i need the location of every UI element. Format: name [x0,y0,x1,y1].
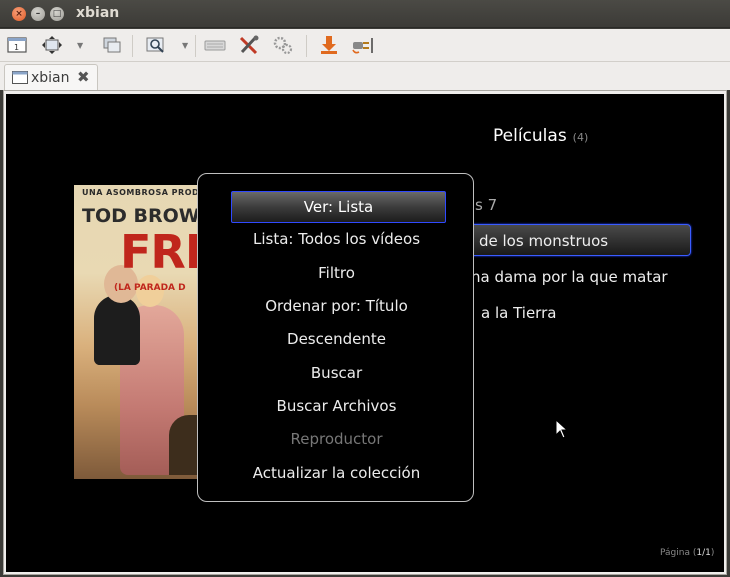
poster-figure [94,295,140,365]
zoom-dropdown-icon[interactable]: ▼ [182,41,188,50]
title-bar: × – □ xbian [0,0,730,28]
menu-item-sort[interactable]: Ordenar por: Título [198,291,475,322]
mouse-pointer-icon [555,419,569,439]
list-item[interactable]: de los monstruos [479,232,608,250]
toolbar-separator [306,35,307,57]
fullscreen-icon[interactable] [40,34,64,56]
fullscreen-dropdown-icon[interactable]: ▼ [77,41,83,50]
maximize-window-button[interactable]: □ [50,7,64,21]
heading-label: Películas [493,126,567,146]
toolbar-separator [195,35,196,57]
minimize-window-button[interactable]: – [31,7,45,21]
page-prefix: Página ( [660,548,697,558]
toolbar-separator [132,35,133,57]
close-window-button[interactable]: × [12,7,26,21]
console-icon [12,71,28,84]
remote-screen[interactable]: Películas (4) UNA ASOMBROSA PRODUC TOD BR… [6,94,724,572]
menu-item-descending[interactable]: Descendente [198,324,475,355]
poster-text: TOD BROWN [82,205,216,227]
tools-icon[interactable] [237,34,261,56]
download-icon[interactable] [317,34,341,56]
poster-text: UNA ASOMBROSA PRODUC [82,188,213,197]
page-title: Películas (4) [493,126,588,146]
list-item[interactable]: a la Tierra [481,304,556,322]
list-item[interactable]: s 7 [475,196,497,214]
menu-item-update-library[interactable]: Actualizar la colección [198,458,475,489]
context-menu: Ver: Lista Lista: Todos los vídeos Filtr… [197,173,474,502]
tab-xbian[interactable]: xbian ✖ [4,64,98,90]
poster-text: (LA PARADA D [114,283,186,293]
page-suffix: ) [710,548,715,558]
menu-item-view[interactable]: Ver: Lista [231,191,446,223]
tab-close-icon[interactable]: ✖ [77,68,90,86]
item-count: (4) [572,131,589,144]
list-item[interactable]: na dama por la que matar [471,268,668,286]
toolbar: 1 ▼ ▼ [0,29,730,62]
page-indicator: Página (1/1) [660,548,714,558]
keyboard-icon[interactable] [203,34,227,56]
menu-item-search[interactable]: Buscar [198,358,475,389]
window-title: xbian [76,5,120,21]
tab-strip: xbian ✖ [0,62,730,90]
console-icon[interactable]: 1 [5,34,29,56]
menu-item-list[interactable]: Lista: Todos los vídeos [198,224,475,255]
tab-label: xbian [31,70,70,86]
zoom-icon[interactable] [144,34,168,56]
menu-item-filter[interactable]: Filtro [198,258,475,289]
page-value: 1/1 [696,548,711,558]
svg-text:1: 1 [14,43,19,52]
windows-icon[interactable] [100,34,124,56]
menu-item-search-files[interactable]: Buscar Archivos [198,391,475,422]
menu-item-player: Reproductor [290,430,383,448]
settings-icon[interactable] [271,34,295,56]
plug-icon[interactable] [350,34,374,56]
